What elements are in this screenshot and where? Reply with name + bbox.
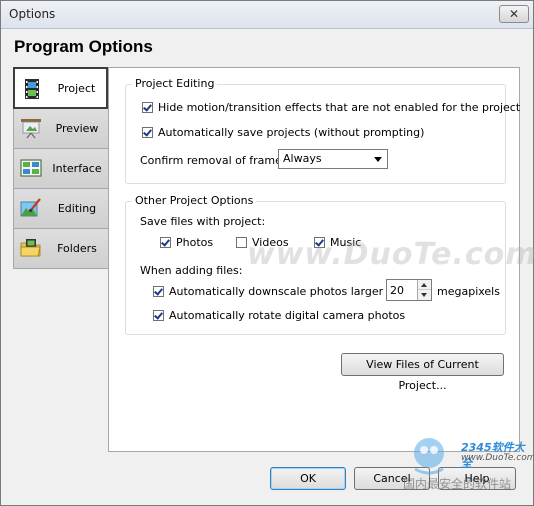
stepper-buttons bbox=[417, 280, 431, 300]
checkbox-box[interactable] bbox=[153, 310, 164, 321]
adding-files-label: When adding files: bbox=[140, 264, 243, 277]
window-title: Options bbox=[9, 7, 56, 21]
checkbox-box[interactable] bbox=[160, 237, 171, 248]
auto-save-checkbox[interactable]: Automatically save projects (without pro… bbox=[142, 126, 424, 139]
options-dialog: Options ✕ Program Options Project Previe… bbox=[0, 0, 534, 506]
mascot-icon bbox=[414, 438, 444, 475]
group-title: Project Editing bbox=[132, 77, 218, 90]
checkbox-label: Automatically downscale photos larger th… bbox=[169, 285, 412, 298]
checkbox-label: Hide motion/transition effects that are … bbox=[158, 101, 521, 114]
nav-label: Project bbox=[57, 82, 96, 95]
checkbox-label: Automatically save projects (without pro… bbox=[158, 126, 425, 139]
nav-item-interface[interactable]: Interface bbox=[13, 149, 109, 189]
nav-item-folders[interactable]: Folders bbox=[13, 229, 109, 269]
nav-label: Preview bbox=[55, 122, 99, 135]
megapixels-label: megapixels bbox=[437, 285, 500, 298]
folder-icon bbox=[20, 239, 41, 257]
save-files-label: Save files with project: bbox=[140, 215, 266, 228]
title-bar: Options ✕ bbox=[1, 1, 533, 29]
downscale-checkbox[interactable]: Automatically downscale photos larger th… bbox=[153, 285, 412, 298]
watermark-badge: 2345软件大全 www.DuoTe.com 国内最安全的软件站 bbox=[403, 433, 534, 503]
nav-item-editing[interactable]: Editing bbox=[13, 189, 109, 229]
checkbox-label: Automatically rotate digital camera phot… bbox=[169, 309, 406, 322]
category-nav: Project Preview Interface Editing Folder… bbox=[13, 67, 109, 269]
film-icon bbox=[25, 79, 39, 99]
hide-effects-checkbox[interactable]: Hide motion/transition effects that are … bbox=[142, 101, 520, 114]
watermark-text: www.DuoTe.com bbox=[247, 237, 534, 272]
confirm-removal-label: Confirm removal of frames: bbox=[140, 154, 292, 167]
project-editing-group: Project Editing Hide motion/transition e… bbox=[125, 77, 520, 184]
auto-rotate-checkbox[interactable]: Automatically rotate digital camera phot… bbox=[153, 309, 405, 322]
close-button[interactable]: ✕ bbox=[499, 5, 529, 23]
checkbox-box[interactable] bbox=[142, 102, 153, 113]
image-brush-icon bbox=[20, 198, 41, 217]
page-title: Program Options bbox=[14, 37, 153, 56]
group-title: Other Project Options bbox=[132, 194, 257, 207]
checkbox-box[interactable] bbox=[142, 127, 153, 138]
projector-screen-icon bbox=[21, 119, 41, 139]
checkbox-box[interactable] bbox=[153, 286, 164, 297]
photos-checkbox[interactable]: Photos bbox=[160, 236, 213, 249]
nav-label: Editing bbox=[57, 202, 97, 215]
select-value: Always bbox=[283, 152, 322, 165]
stepper-up-icon[interactable] bbox=[418, 280, 431, 290]
chevron-down-icon[interactable] bbox=[374, 157, 382, 162]
interface-layout-icon bbox=[20, 159, 42, 177]
nav-label: Folders bbox=[57, 242, 97, 255]
nav-item-project[interactable]: Project bbox=[13, 67, 108, 109]
checkbox-label: Photos bbox=[176, 236, 214, 249]
ok-button[interactable]: OK bbox=[270, 467, 346, 490]
watermark-url: www.DuoTe.com bbox=[461, 453, 534, 463]
stepper-value[interactable]: 20 bbox=[390, 284, 404, 297]
stepper-down-icon[interactable] bbox=[418, 290, 431, 300]
confirm-removal-select[interactable]: Always bbox=[278, 149, 388, 169]
view-project-files-button[interactable]: View Files of Current Project... bbox=[341, 353, 504, 392]
megapixels-stepper[interactable]: 20 bbox=[386, 279, 432, 301]
nav-label: Interface bbox=[52, 162, 102, 175]
checkbox-box[interactable] bbox=[236, 237, 247, 248]
nav-item-preview[interactable]: Preview bbox=[13, 109, 109, 149]
watermark-slogan: 国内最安全的软件站 bbox=[403, 477, 512, 491]
